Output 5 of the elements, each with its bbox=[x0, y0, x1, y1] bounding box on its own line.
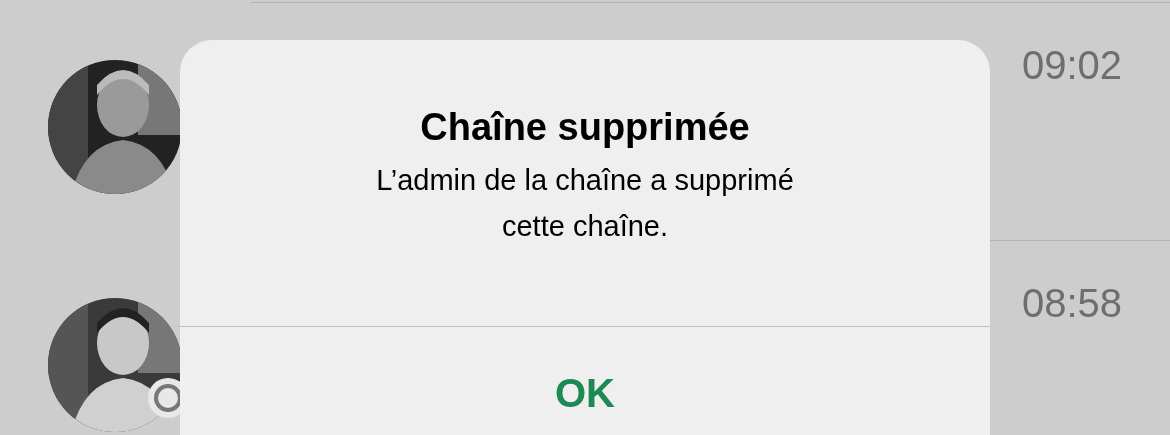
ok-button[interactable]: OK bbox=[535, 367, 635, 420]
chat-time: 09:02 bbox=[1021, 43, 1122, 88]
chat-time: 08:58 bbox=[1021, 281, 1122, 326]
alert-message: L’admin de la chaîne a supprimé cette chaîne. bbox=[375, 163, 795, 244]
alert-title: Chaîne supprimée bbox=[420, 106, 750, 149]
